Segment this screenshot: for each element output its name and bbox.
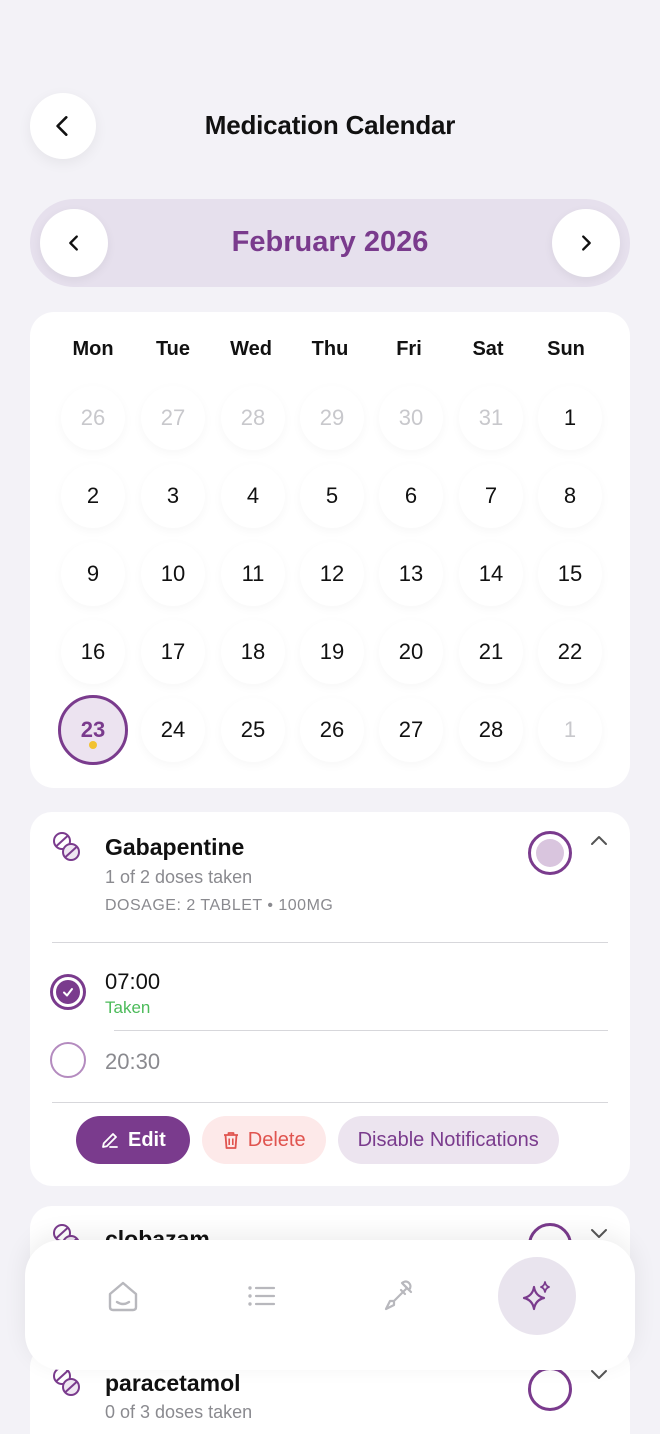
calendar-day[interactable]: 28	[221, 386, 285, 450]
calendar-day[interactable]: 25	[221, 698, 285, 762]
calendar-day[interactable]: 7	[459, 464, 523, 528]
check-icon	[63, 988, 73, 997]
delete-label: Delete	[247, 1128, 306, 1151]
edit-button[interactable]: Edit	[76, 1116, 190, 1164]
tab-home[interactable]	[84, 1257, 162, 1335]
month-selector: February 2026	[30, 199, 630, 287]
weekday-label: Wed	[230, 338, 272, 360]
calendar-day-selected[interactable]: 23	[58, 695, 128, 765]
month-label: February 2026	[231, 226, 429, 258]
medication-name: paracetamol	[105, 1370, 241, 1396]
calendar-day[interactable]: 24	[141, 698, 205, 762]
calendar-day[interactable]: 17	[141, 620, 205, 684]
tab-assistant[interactable]	[498, 1257, 576, 1335]
doses-summary: 0 of 3 doses taken	[105, 1402, 253, 1422]
weekday-label: Mon	[72, 338, 114, 360]
divider	[52, 1102, 608, 1103]
medication-name: Gabapentine	[105, 834, 245, 860]
dose-checkbox-checked[interactable]	[50, 974, 86, 1010]
calendar-day[interactable]: 14	[459, 542, 523, 606]
weekday-label: Sat	[472, 338, 504, 360]
calendar-day[interactable]: 21	[459, 620, 523, 684]
calendar-day[interactable]: 13	[379, 542, 443, 606]
dose-progress-ring	[528, 1367, 572, 1411]
pills-icon	[53, 1367, 80, 1396]
dose-time: 07:00	[105, 969, 161, 994]
calendar-day[interactable]: 15	[538, 542, 602, 606]
divider	[114, 1030, 608, 1031]
disable-notifications-label: Disable Notifications	[357, 1128, 539, 1151]
calendar-day[interactable]: 10	[141, 542, 205, 606]
calendar-day[interactable]: 19	[300, 620, 364, 684]
trash-icon	[223, 1132, 238, 1149]
tab-list[interactable]	[222, 1257, 300, 1335]
calendar-day[interactable]: 22	[538, 620, 602, 684]
calendar-day-label: 23	[80, 717, 106, 742]
calendar-day[interactable]: 5	[300, 464, 364, 528]
delete-button[interactable]: Delete	[201, 1116, 326, 1164]
calendar-day[interactable]: 3	[141, 464, 205, 528]
chevron-right-icon	[582, 235, 591, 251]
edit-label: Edit	[128, 1128, 166, 1151]
chevron-up-icon[interactable]	[590, 832, 608, 850]
calendar-day[interactable]: 27	[379, 698, 443, 762]
calendar-day[interactable]: 28	[459, 698, 523, 762]
list-icon	[248, 1286, 276, 1306]
calendar-day[interactable]: 18	[221, 620, 285, 684]
calendar-day[interactable]: 6	[379, 464, 443, 528]
calendar-day[interactable]: 1	[538, 698, 602, 762]
dosage-info: DOSAGE: 2 TABLET • 100MG	[105, 897, 334, 914]
calendar-day[interactable]: 4	[221, 464, 285, 528]
dropper-icon	[384, 1280, 413, 1311]
weekday-label: Thu	[311, 338, 349, 360]
today-indicator-dot	[89, 741, 97, 749]
calendar-day[interactable]: 20	[379, 620, 443, 684]
bottom-tab-bar	[25, 1240, 635, 1370]
page-title: Medication Calendar	[204, 110, 456, 140]
header: Medication Calendar	[0, 92, 660, 160]
calendar-day[interactable]: 2	[61, 464, 125, 528]
pencil-icon	[102, 1133, 118, 1148]
calendar-day[interactable]: 29	[300, 386, 364, 450]
divider	[52, 942, 608, 943]
weekday-label: Fri	[396, 338, 422, 360]
sparkles-icon	[522, 1281, 550, 1311]
tab-dropper[interactable]	[360, 1257, 438, 1335]
weekday-label: Tue	[155, 338, 191, 360]
dose-progress-ring	[528, 831, 572, 875]
medication-card[interactable]: Gabapentine 1 of 2 doses taken DOSAGE: 2…	[30, 812, 630, 1186]
calendar-day[interactable]: 30	[379, 386, 443, 450]
calendar-day[interactable]: 26	[61, 386, 125, 450]
calendar-day[interactable]: 27	[141, 386, 205, 450]
weekday-label: Sun	[547, 338, 585, 360]
disable-notifications-button[interactable]: Disable Notifications	[337, 1116, 559, 1164]
next-month-button[interactable]	[552, 209, 620, 277]
calendar-day[interactable]: 11	[221, 542, 285, 606]
dose-time: 20:30	[105, 1049, 161, 1074]
dose-checkbox[interactable]	[50, 1042, 86, 1078]
calendar-day[interactable]: 16	[61, 620, 125, 684]
doses-summary: 1 of 2 doses taken	[105, 867, 253, 887]
calendar-grid: Mon Tue Wed Thu Fri Sat Sun 26 27 28 29 30 31…	[30, 312, 630, 788]
dose-status: Taken	[105, 998, 151, 1017]
calendar-day[interactable]: 1	[538, 386, 602, 450]
calendar-day[interactable]: 26	[300, 698, 364, 762]
home-icon	[108, 1281, 138, 1312]
medication-actions: Edit Delete Disable Notifications	[76, 1116, 559, 1164]
calendar-day[interactable]: 31	[459, 386, 523, 450]
calendar-day[interactable]: 9	[61, 542, 125, 606]
pills-icon	[53, 832, 80, 861]
calendar-day[interactable]: 12	[300, 542, 364, 606]
calendar-day[interactable]: 8	[538, 464, 602, 528]
